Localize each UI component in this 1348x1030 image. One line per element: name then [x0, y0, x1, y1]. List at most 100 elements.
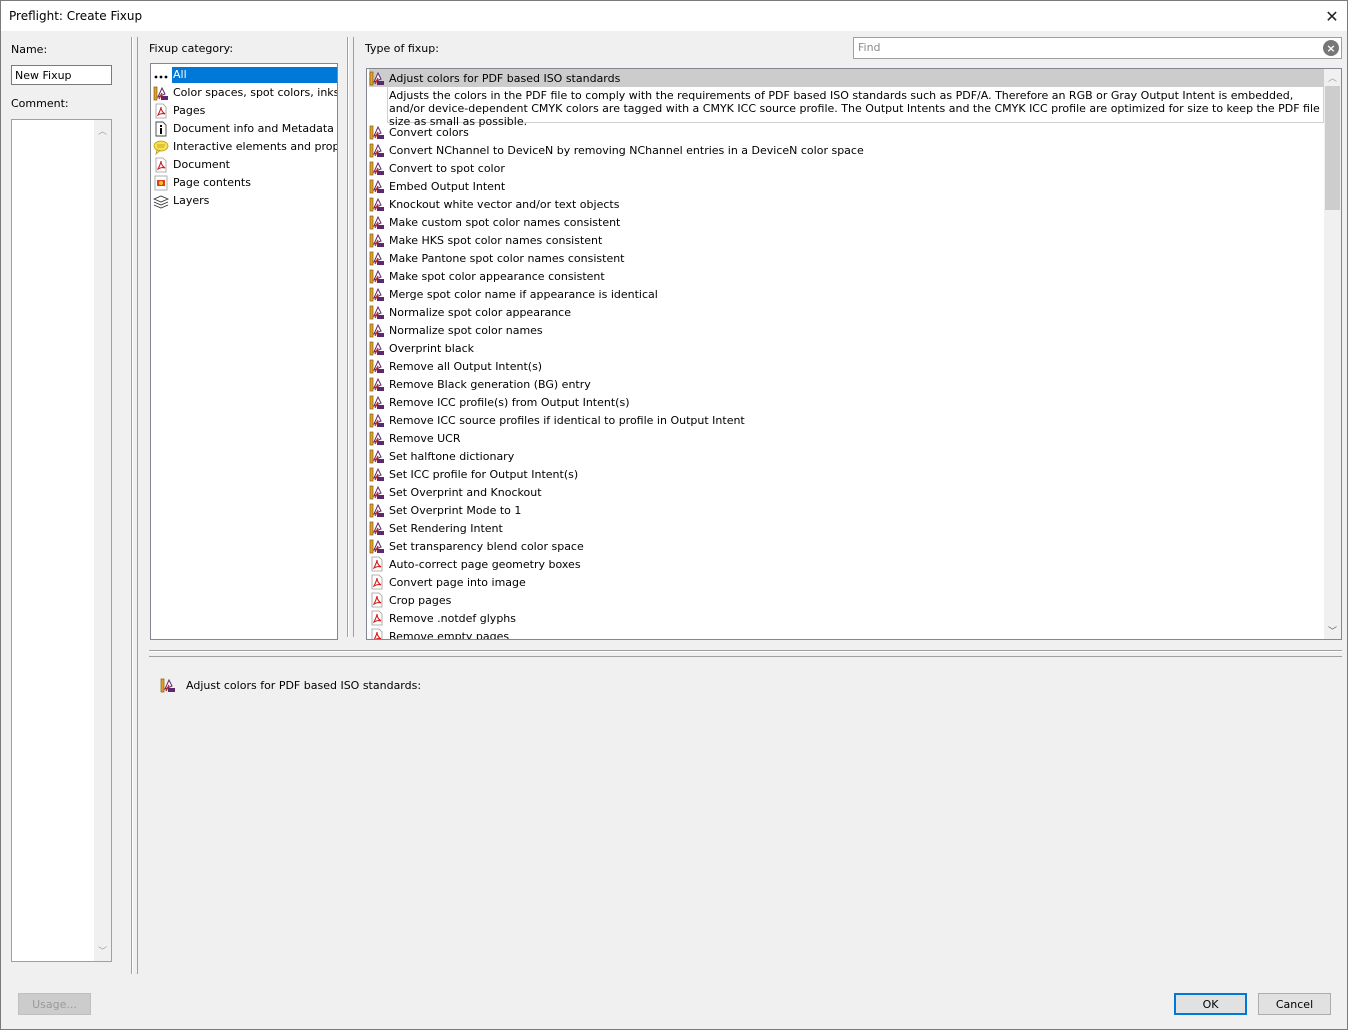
color-fixup-icon [369, 502, 385, 518]
color-fixup-icon [369, 538, 385, 554]
color-fixup-icon [369, 250, 385, 266]
color-fixup-icon [369, 160, 385, 176]
fixup-item-label: Normalize spot color names [389, 323, 543, 337]
color-fixup-icon [369, 268, 385, 284]
fixup-type-list[interactable]: Adjust colors for PDF based ISO standard… [366, 68, 1342, 640]
close-icon[interactable]: ✕ [1317, 1, 1347, 31]
fixup-item[interactable]: Set ICC profile for Output Intent(s) [369, 465, 1325, 483]
comment-scrollbar[interactable]: ︿ ﹀ [94, 120, 111, 961]
fixup-item-label: Crop pages [389, 593, 452, 607]
fixup-item[interactable]: Set halftone dictionary [369, 447, 1325, 465]
fixup-item[interactable]: Remove ICC profile(s) from Output Intent… [369, 393, 1325, 411]
layers-icon [153, 193, 169, 209]
fixup-item[interactable]: Remove ICC source profiles if identical … [369, 411, 1325, 429]
fixup-item[interactable]: Remove all Output Intent(s) [369, 357, 1325, 375]
name-field[interactable]: New Fixup [11, 65, 112, 85]
fixup-item-label: Make Pantone spot color names consistent [389, 251, 625, 265]
fixup-item-label: Convert to spot color [389, 161, 505, 175]
fixup-item[interactable]: Make HKS spot color names consistent [369, 231, 1325, 249]
fixup-item-label: Remove UCR [389, 431, 461, 445]
fixup-item[interactable]: Adjust colors for PDF based ISO standard… [369, 69, 1325, 87]
find-field[interactable]: × [853, 37, 1342, 59]
pdf-icon [369, 610, 385, 626]
fixup-item-label: Set halftone dictionary [389, 449, 515, 463]
color-fixup-icon [369, 376, 385, 392]
fixup-item-label: Auto-correct page geometry boxes [389, 557, 581, 571]
find-input[interactable] [858, 41, 1318, 54]
fixup-item[interactable]: Overprint black [369, 339, 1325, 357]
fixup-item-label: Remove all Output Intent(s) [389, 359, 543, 373]
fixup-item[interactable]: Merge spot color name if appearance is i… [369, 285, 1325, 303]
scroll-down-icon[interactable]: ﹀ [94, 942, 111, 959]
comment-icon [153, 139, 169, 155]
fixup-item-label: Convert page into image [389, 575, 526, 589]
fixup-item[interactable]: Convert page into image [369, 573, 1325, 591]
fixup-item[interactable]: Remove Black generation (BG) entry [369, 375, 1325, 393]
fixup-item[interactable]: Embed Output Intent [369, 177, 1325, 195]
ok-button[interactable]: OK [1174, 993, 1247, 1015]
fixup-item[interactable]: Normalize spot color names [369, 321, 1325, 339]
detail-header: Adjust colors for PDF based ISO standard… [160, 677, 421, 693]
fixup-item[interactable]: Knockout white vector and/or text object… [369, 195, 1325, 213]
fixup-item[interactable]: Make spot color appearance consistent [369, 267, 1325, 285]
fixup-item[interactable]: Normalize spot color appearance [369, 303, 1325, 321]
fixup-item-label: Make HKS spot color names consistent [389, 233, 603, 247]
fixup-item[interactable]: Make custom spot color names consistent [369, 213, 1325, 231]
fixup-list-scrollbar[interactable]: ︿ ﹀ [1324, 69, 1341, 639]
fixup-item[interactable]: Convert colors [369, 123, 1325, 141]
category-item[interactable]: Color spaces, spot colors, inks [153, 84, 337, 102]
category-item[interactable]: All [153, 66, 337, 84]
window-title: Preflight: Create Fixup [9, 9, 143, 23]
pdf-icon [369, 574, 385, 590]
color-fixup-icon [369, 232, 385, 248]
fixup-item-label: Merge spot color name if appearance is i… [389, 287, 658, 301]
fixup-item-label: Remove ICC source profiles if identical … [389, 413, 745, 427]
pdf-icon [153, 103, 169, 119]
name-label: Name: [11, 43, 48, 56]
fixup-item[interactable]: Convert to spot color [369, 159, 1325, 177]
fixup-category-list[interactable]: All Color spaces, spot colors, inks Pages D… [150, 63, 338, 640]
category-item[interactable]: Layers [153, 192, 337, 210]
comment-field[interactable]: ︿ ﹀ [11, 119, 112, 962]
scroll-up-icon[interactable]: ︿ [94, 122, 111, 139]
category-item[interactable]: Interactive elements and properties [153, 138, 337, 156]
color-fixup-icon [369, 286, 385, 302]
color-fixup-icon [160, 677, 176, 693]
fixup-item[interactable]: Auto-correct page geometry boxes [369, 555, 1325, 573]
category-item[interactable]: Page contents [153, 174, 337, 192]
fixup-item-label: Set ICC profile for Output Intent(s) [389, 467, 579, 481]
fixup-item-label: Knockout white vector and/or text object… [389, 197, 620, 211]
fixup-item[interactable]: Set transparency blend color space [369, 537, 1325, 555]
pdf-icon [369, 628, 385, 639]
category-item[interactable]: Pages [153, 102, 337, 120]
color-fixup-icon [369, 358, 385, 374]
fixup-item[interactable]: Remove empty pages [369, 627, 1325, 639]
fixup-item[interactable]: Set Overprint and Knockout [369, 483, 1325, 501]
fixup-item[interactable]: Crop pages [369, 591, 1325, 609]
type-of-fixup-label: Type of fixup: [365, 42, 439, 55]
info-icon [153, 121, 169, 137]
clear-search-icon[interactable]: × [1323, 40, 1339, 56]
color-fixup-icon [369, 520, 385, 536]
usage-button[interactable]: Usage... [18, 993, 91, 1015]
category-item[interactable]: Document [153, 156, 337, 174]
fixup-item[interactable]: Set Rendering Intent [369, 519, 1325, 537]
category-item-label: Color spaces, spot colors, inks [173, 86, 337, 99]
fixup-item[interactable]: Set Overprint Mode to 1 [369, 501, 1325, 519]
fixup-item[interactable]: Remove UCR [369, 429, 1325, 447]
color-fixup-icon [369, 340, 385, 356]
fixup-description: Adjusts the colors in the PDF file to co… [387, 87, 1324, 128]
category-item[interactable]: Document info and Metadata [153, 120, 337, 138]
comment-label: Comment: [11, 97, 69, 110]
fixup-item-label: Remove ICC profile(s) from Output Intent… [389, 395, 630, 409]
fixup-item[interactable]: Make Pantone spot color names consistent [369, 249, 1325, 267]
scroll-down-icon[interactable]: ﹀ [1324, 622, 1341, 639]
color-fixup-icon [369, 430, 385, 446]
fixup-item[interactable]: Convert NChannel to DeviceN by removing … [369, 141, 1325, 159]
category-item-label: Document info and Metadata [173, 122, 334, 135]
cancel-button[interactable]: Cancel [1258, 993, 1331, 1015]
scrollbar-thumb[interactable] [1325, 86, 1340, 210]
fixup-item-label: Set transparency blend color space [389, 539, 584, 553]
scroll-up-icon[interactable]: ︿ [1324, 69, 1341, 86]
fixup-item[interactable]: Remove .notdef glyphs [369, 609, 1325, 627]
